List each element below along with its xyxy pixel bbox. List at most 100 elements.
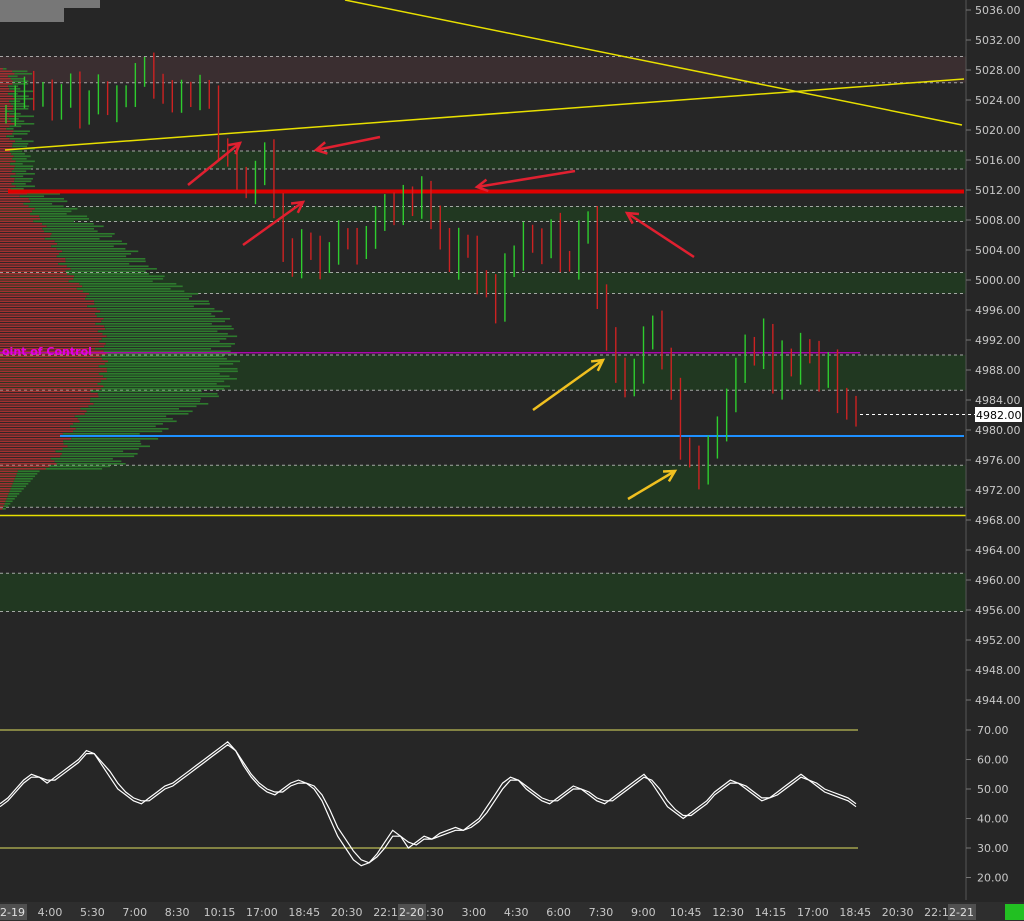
- profile-buy-row: [104, 345, 232, 348]
- time-tick-label-20: 20:30: [882, 906, 914, 919]
- profile-sell-row: [0, 78, 11, 80]
- profile-buy-row: [17, 470, 40, 473]
- profile-sell-row: [0, 245, 52, 248]
- profile-sell-row: [0, 475, 16, 478]
- profile-sell-row: [0, 358, 103, 360]
- profile-buy-row: [56, 463, 126, 465]
- profile-sell-row: [0, 333, 103, 335]
- profile-buy-row: [89, 293, 199, 295]
- profile-buy-row: [12, 145, 28, 148]
- profile-buy-row: [75, 428, 169, 430]
- profile-sell-row: [0, 370, 108, 373]
- profile-sell-row: [0, 443, 64, 445]
- profile-sell-row: [0, 285, 83, 288]
- price-tick-label-12: 4988.00: [975, 364, 1021, 377]
- profile-buy-row: [68, 280, 153, 283]
- profile-buy-row: [9, 150, 23, 153]
- time-tick-label-1: 5:30: [80, 906, 105, 919]
- profile-sell-row: [0, 423, 74, 425]
- profile-sell-row: [0, 143, 13, 145]
- profile-buy-row: [62, 250, 139, 253]
- profile-sell-row: [0, 70, 13, 73]
- profile-sell-row: [0, 90, 16, 93]
- profile-sell-row: [0, 500, 6, 503]
- profile-sell-row: [0, 340, 99, 343]
- price-tick-label-23: 4944.00: [975, 694, 1021, 707]
- profile-buy-row: [82, 290, 185, 293]
- profile-sell-row: [0, 83, 13, 85]
- profile-buy-row: [86, 295, 193, 298]
- profile-sell-row: [0, 478, 15, 480]
- profile-sell-row: [0, 325, 105, 328]
- profile-sell-row: [0, 238, 45, 240]
- profile-buy-row: [10, 488, 24, 490]
- profile-buy-row: [28, 198, 65, 200]
- profile-buy-row: [73, 278, 164, 280]
- profile-buy-row: [54, 240, 122, 243]
- profile-buy-row: [94, 303, 210, 305]
- osc-tick-label-5: 20.00: [977, 872, 1009, 885]
- profile-buy-row: [45, 468, 103, 470]
- price-tick-label-8: 5004.00: [975, 244, 1021, 257]
- profile-sell-row: [0, 260, 66, 263]
- profile-sell-row: [0, 428, 76, 430]
- profile-sell-row: [0, 283, 80, 285]
- profile-buy-row: [6, 498, 15, 500]
- trading-chart[interactable]: oint of Control 5036.00 5032.00 5028.00 502…: [0, 0, 1024, 921]
- price-tick-label-13: 4984.00: [975, 394, 1021, 407]
- profile-sell-row: [0, 388, 101, 390]
- profile-sell-row: [0, 488, 11, 490]
- profile-sell-row: [0, 315, 97, 318]
- profile-sell-row: [0, 188, 11, 190]
- time-tick-label-18: 17:00: [797, 906, 829, 919]
- profile-buy-row: [56, 248, 126, 250]
- profile-buy-row: [14, 180, 32, 183]
- profile-sell-row: [0, 198, 29, 200]
- profile-buy-row: [32, 210, 72, 213]
- profile-buy-row: [100, 355, 224, 358]
- profile-sell-row: [0, 213, 31, 215]
- profile-buy-row: [102, 358, 227, 360]
- scroll-end-button[interactable]: [1005, 904, 1024, 920]
- profile-sell-row: [0, 200, 31, 203]
- profile-buy-row: [10, 188, 24, 190]
- profile-buy-row: [93, 300, 209, 303]
- profile-sell-row: [0, 385, 104, 388]
- profile-sell-row: [0, 253, 59, 255]
- profile-sell-row: [0, 390, 91, 393]
- profile-sell-row: [0, 170, 12, 173]
- profile-sell-row: [0, 173, 16, 175]
- profile-buy-row: [85, 298, 189, 300]
- price-tick-label-19: 4960.00: [975, 574, 1021, 587]
- profile-buy-row: [40, 218, 89, 220]
- profile-buy-row: [11, 158, 27, 160]
- profile-sell-row: [0, 145, 13, 148]
- profile-buy-row: [86, 410, 193, 413]
- profile-sell-row: [0, 210, 33, 213]
- profile-buy-row: [16, 473, 38, 475]
- profile-sell-row: [0, 180, 15, 183]
- profile-sell-row: [0, 230, 44, 233]
- profile-sell-row: [0, 448, 63, 450]
- profile-buy-row: [79, 420, 177, 423]
- profile-buy-row: [54, 460, 122, 463]
- osc-tick-label-4: 30.00: [977, 842, 1009, 855]
- level-band-4: [0, 355, 966, 391]
- profile-buy-row: [100, 310, 223, 313]
- profile-sell-row: [0, 288, 77, 290]
- profile-sell-row: [0, 215, 40, 218]
- profile-buy-row: [7, 495, 18, 498]
- date-tag-2-19: 2-19: [0, 906, 25, 919]
- profile-sell-row: [0, 313, 96, 315]
- profile-sell-row: [0, 363, 105, 365]
- profile-sell-row: [0, 383, 98, 385]
- profile-sell-row: [0, 265, 67, 268]
- profile-buy-row: [106, 378, 237, 380]
- date-tag-2-21: 2-21: [949, 906, 974, 919]
- profile-sell-row: [0, 73, 15, 75]
- profile-buy-row: [13, 130, 30, 133]
- profile-buy-row: [42, 228, 94, 230]
- profile-sell-row: [0, 373, 99, 375]
- profile-buy-row: [101, 338, 227, 340]
- profile-sell-row: [0, 400, 91, 403]
